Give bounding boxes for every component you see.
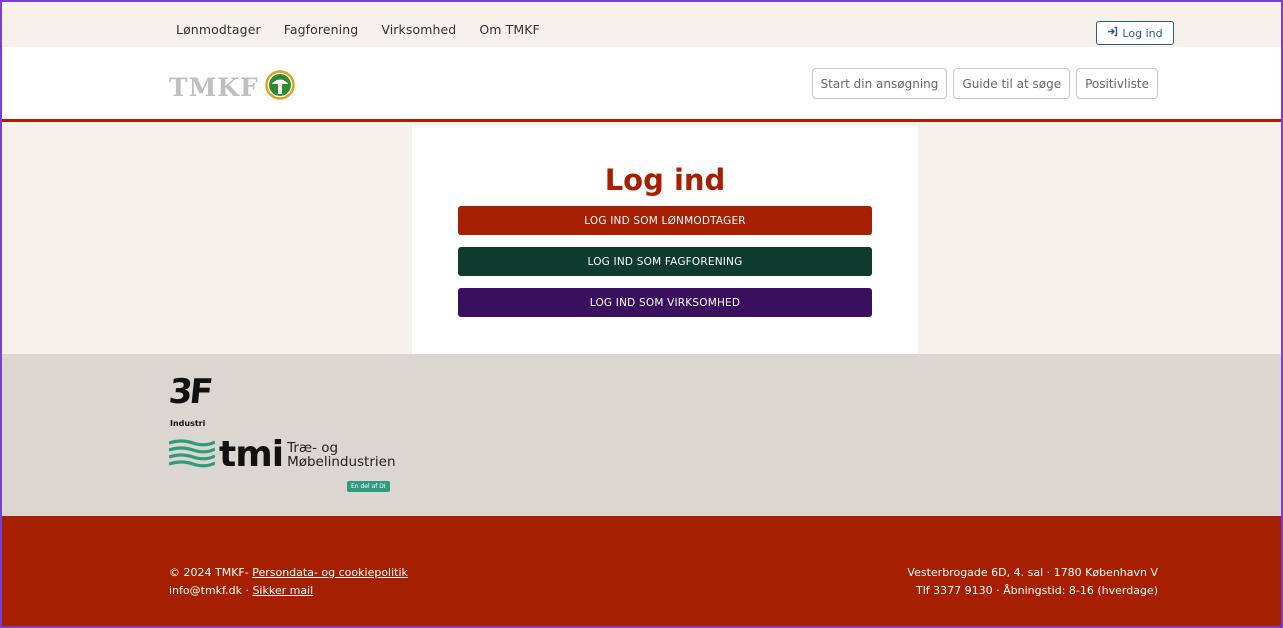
login-company-button[interactable]: LOG IND SOM VIRKSOMHED: [458, 288, 872, 317]
nav-link-lonmodtager[interactable]: Lønmodtager: [176, 22, 261, 37]
site-header: TMKF Start din ansøgning Guide til at sø…: [2, 47, 1281, 122]
login-button-label: Log ind: [1122, 26, 1163, 40]
footer-separator: ·: [241, 584, 253, 597]
nav-link-virksomhed[interactable]: Virksomhed: [381, 22, 456, 37]
footer-address: Vesterbrogade 6D, 4. sal · 1780 Københav…: [907, 566, 1158, 579]
site-logo[interactable]: TMKF: [169, 70, 295, 104]
logo-text: TMKF: [169, 72, 259, 102]
sign-in-icon: [1107, 26, 1118, 40]
login-union-button[interactable]: LOG IND SOM FAGFORENING: [458, 247, 872, 276]
positive-list-button[interactable]: Positivliste: [1076, 68, 1158, 99]
secure-mail-link[interactable]: Sikker mail: [252, 584, 313, 597]
logo-3f: 3F: [166, 372, 212, 412]
footer-email[interactable]: info@tmkf.dk: [169, 584, 242, 597]
footer-phone-hours: Tlf 3377 9130 · Åbningstid: 8-16 (hverda…: [916, 584, 1158, 597]
tmi-text: tmi: [219, 434, 284, 475]
footer-right: Vesterbrogade 6D, 4. sal · 1780 Københav…: [907, 564, 1158, 600]
privacy-policy-link[interactable]: Persondata- og cookiepolitik: [252, 566, 408, 579]
logo-3f-subtitle: Industri: [170, 419, 206, 428]
site-footer: © 2024 TMKF- Persondata- og cookiepoliti…: [2, 516, 1281, 626]
top-bar: Lønmodtager Fagforening Virksomhed Om TM…: [2, 2, 1281, 47]
tmi-waves-icon: [168, 439, 216, 473]
footer-line-1: © 2024 TMKF- Persondata- og cookiepoliti…: [169, 564, 408, 582]
tmi-subtitle-line-2: Møbelindustrien: [287, 454, 396, 470]
login-button-top[interactable]: Log ind: [1096, 21, 1174, 45]
start-application-button[interactable]: Start din ansøgning: [811, 68, 948, 99]
nav-link-om-tmkf[interactable]: Om TMKF: [479, 22, 540, 37]
login-card: Log ind LOG IND SOM LØNMODTAGER LOG IND …: [412, 125, 918, 354]
footer-left: © 2024 TMKF- Persondata- og cookiepoliti…: [169, 564, 408, 600]
partners-section: 3F Industri tmi Træ- og Møbelindustrien …: [2, 354, 1281, 516]
footer-line-2: info@tmkf.dk · Sikker mail: [169, 582, 408, 600]
top-nav: Lønmodtager Fagforening Virksomhed Om TM…: [176, 22, 563, 37]
header-buttons: Start din ansøgning Guide til at søge Po…: [811, 68, 1158, 99]
page-title: Log ind: [604, 163, 726, 197]
tmi-badge: En del af DI: [347, 481, 390, 492]
page-frame: Lønmodtager Fagforening Virksomhed Om TM…: [0, 0, 1283, 628]
tmi-subtitle-line-1: Træ- og: [287, 440, 339, 456]
guide-button[interactable]: Guide til at søge: [953, 68, 1071, 99]
copyright-text: © 2024 TMKF-: [169, 566, 249, 579]
login-employee-button[interactable]: LOG IND SOM LØNMODTAGER: [458, 206, 872, 235]
nav-link-fagforening[interactable]: Fagforening: [284, 22, 359, 37]
tmi-subtitle: Træ- og Møbelindustrien: [287, 441, 395, 469]
tmkf-tree-logo-icon: [265, 70, 295, 104]
logo-tmi: tmi Træ- og Møbelindustrien En del af DI: [168, 434, 396, 492]
